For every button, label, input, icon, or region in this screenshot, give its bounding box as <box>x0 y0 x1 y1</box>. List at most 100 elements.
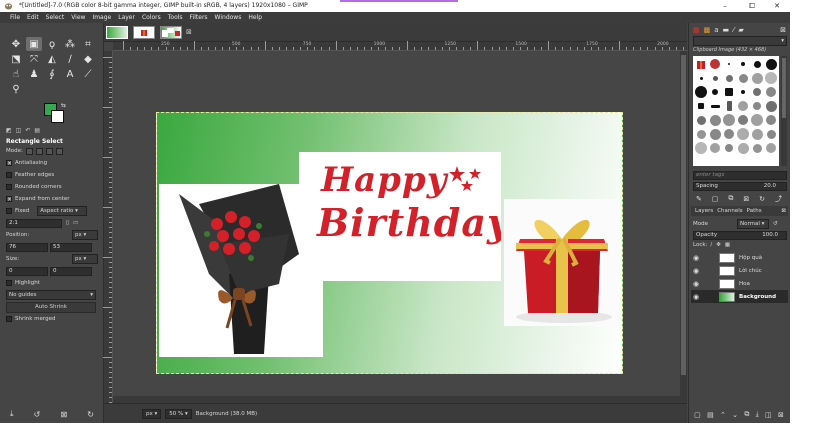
aspect-ratio-field[interactable]: 2:1 <box>6 218 62 228</box>
lock-position-icon[interactable]: ✥ <box>716 242 721 248</box>
visibility-eye-icon[interactable]: ◉ <box>691 280 701 288</box>
smudge-tool-icon[interactable]: ☝ <box>8 67 24 81</box>
canvas-area[interactable]: Happy Birthday <box>113 51 680 403</box>
fuzzy-select-tool-icon[interactable]: ⁂ <box>62 37 78 51</box>
brush-item[interactable] <box>694 141 708 155</box>
tab-channels[interactable]: Channels <box>717 208 742 214</box>
brush-item[interactable] <box>694 99 708 113</box>
vertical-scrollbar[interactable] <box>680 51 687 403</box>
color-picker-tool-icon[interactable]: ⟋ <box>80 67 96 81</box>
brush-item[interactable] <box>736 141 750 155</box>
zoom-dropdown[interactable]: 50 % ▾ <box>165 408 192 419</box>
brush-item[interactable] <box>750 113 764 127</box>
guides-dropdown[interactable]: No guides ▾ <box>6 290 96 300</box>
menu-select[interactable]: Select <box>46 14 65 21</box>
edit-brush-icon[interactable]: ✎ <box>696 195 702 203</box>
position-x-field[interactable]: 76 <box>6 242 48 252</box>
transform-tool-icon[interactable]: ⬔ <box>8 52 24 66</box>
clone-tool-icon[interactable]: ♟ <box>26 67 42 81</box>
brush-item[interactable] <box>736 127 750 141</box>
gradients-tab-icon[interactable]: ▰ <box>738 26 743 34</box>
image-thumb-1[interactable] <box>106 26 128 39</box>
brush-view-dropdown[interactable]: ▾ <box>693 36 787 46</box>
device-status-tab-icon[interactable]: ◫ <box>16 127 22 134</box>
menu-tools[interactable]: Tools <box>168 14 183 21</box>
merge-layer-icon[interactable]: ⤓ <box>756 410 759 419</box>
zoom-tool-icon[interactable]: ⚲ <box>8 82 24 96</box>
brush-item[interactable] <box>736 113 750 127</box>
layer-row-background[interactable]: ◉ Background <box>691 290 788 303</box>
move-tool-icon[interactable]: ✥ <box>8 37 24 51</box>
brush-item[interactable] <box>736 57 750 71</box>
mask-layer-icon[interactable]: ◫ <box>765 411 772 419</box>
brush-item[interactable] <box>736 85 750 99</box>
brush-item[interactable] <box>764 127 778 141</box>
visibility-eye-icon[interactable]: ◉ <box>691 293 701 301</box>
brush-item[interactable] <box>722 99 736 113</box>
menu-image[interactable]: Image <box>92 14 111 21</box>
tab-layers[interactable]: Layers <box>695 208 713 214</box>
fixed-checkbox[interactable] <box>6 208 12 214</box>
save-options-icon[interactable]: ⤓ <box>10 409 14 419</box>
brush-item[interactable] <box>694 127 708 141</box>
brush-item[interactable] <box>708 71 722 85</box>
mode-subtract-icon[interactable] <box>45 147 53 155</box>
restore-options-icon[interactable]: ↺ <box>34 410 41 419</box>
new-brush-icon[interactable]: ▢ <box>712 195 719 203</box>
brush-clipboard[interactable] <box>694 57 708 71</box>
brush-item[interactable] <box>764 113 778 127</box>
brush-item[interactable] <box>764 141 778 155</box>
brush-item[interactable] <box>764 71 778 85</box>
reset-options-icon[interactable]: ↻ <box>87 410 94 419</box>
highlight-checkbox[interactable] <box>6 280 12 286</box>
tab-paths[interactable]: Paths <box>747 208 762 214</box>
new-group-icon[interactable]: ▤ <box>707 411 714 419</box>
mode-intersect-icon[interactable] <box>55 147 63 155</box>
brush-item[interactable] <box>764 85 778 99</box>
images-tab-icon[interactable]: ▤ <box>34 127 40 134</box>
delete-layer-icon[interactable]: ⊠ <box>778 411 784 419</box>
size-h-field[interactable]: 0 <box>50 266 92 276</box>
menu-filters[interactable]: Filters <box>190 14 208 21</box>
brush-item[interactable] <box>694 113 708 127</box>
brush-scrollbar[interactable] <box>781 56 787 166</box>
delete-brush-icon[interactable]: ⊠ <box>743 195 749 203</box>
menu-colors[interactable]: Colors <box>142 14 161 21</box>
refresh-brushes-icon[interactable]: ↻ <box>759 195 765 203</box>
menu-view[interactable]: View <box>71 14 85 21</box>
open-brush-icon[interactable]: ⤴ <box>775 194 782 204</box>
fixed-mode-dropdown[interactable]: Aspect ratio ▾ <box>37 206 88 216</box>
brush-item[interactable] <box>722 127 736 141</box>
brush-item[interactable] <box>722 57 736 71</box>
brush-item[interactable] <box>708 113 722 127</box>
close-image-icon[interactable]: ⊠ <box>186 28 192 36</box>
brush-item[interactable] <box>708 85 722 99</box>
patterns-tab-icon[interactable]: ▩ <box>704 26 711 34</box>
spacing-slider[interactable]: Spacing 20.0 <box>693 182 787 191</box>
background-color[interactable] <box>51 110 64 123</box>
unit-dropdown[interactable]: px ▾ <box>142 408 162 419</box>
menu-edit[interactable]: Edit <box>27 14 39 21</box>
layers-dock-menu-icon[interactable]: ⊠ <box>781 208 786 214</box>
maximize-button[interactable]: ⧠ <box>739 0 765 12</box>
mode-replace-icon[interactable] <box>25 147 33 155</box>
layer-mode-dropdown[interactable]: Normal ▾ <box>737 219 769 229</box>
duplicate-brush-icon[interactable]: ⧉ <box>728 194 733 203</box>
landscape-icon[interactable]: ▭ <box>73 220 78 226</box>
brushes-tab-icon[interactable]: ▦ <box>693 26 700 34</box>
tool-options-tab-icon[interactable]: ◩ <box>6 127 12 134</box>
lasso-tool-icon[interactable]: ϙ <box>44 37 60 51</box>
menu-layer[interactable]: Layer <box>118 14 135 21</box>
menu-help[interactable]: Help <box>248 14 262 21</box>
lock-alpha-icon[interactable]: ▦ <box>725 242 730 248</box>
delete-options-icon[interactable]: ⊠ <box>60 410 67 419</box>
antialiasing-checkbox[interactable]: × <box>6 160 12 167</box>
duplicate-layer-icon[interactable]: ⧉ <box>744 410 749 419</box>
image-thumb-3[interactable] <box>160 26 182 39</box>
eraser-tool-icon[interactable]: ◆ <box>80 52 96 66</box>
horizontal-scrollbar[interactable] <box>113 396 680 403</box>
brush-item[interactable] <box>694 71 708 85</box>
layer-row-gift[interactable]: ◉ Hộp quà <box>691 251 788 264</box>
swap-colors-icon[interactable]: ⇆ <box>61 102 66 109</box>
brush-item[interactable] <box>694 85 708 99</box>
